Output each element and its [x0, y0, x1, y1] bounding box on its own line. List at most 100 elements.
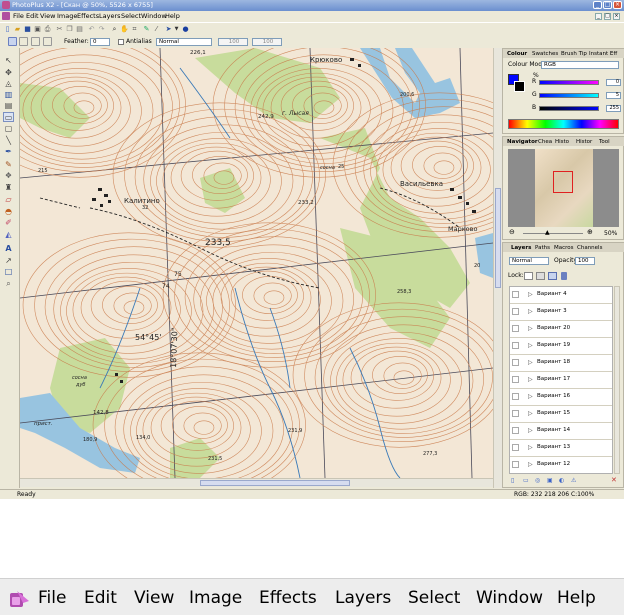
zoom-menu-file[interactable]: File	[38, 585, 66, 611]
horizontal-scroll-thumb[interactable]	[200, 480, 350, 486]
tab-navigator[interactable]: Navigator	[507, 138, 538, 146]
tab-colour[interactable]: Colour	[507, 50, 527, 58]
expand-icon[interactable]: ▷	[528, 443, 533, 452]
selection-intersect-icon[interactable]	[43, 37, 52, 46]
deform-tool-icon[interactable]: ◬	[3, 79, 14, 89]
b-slider[interactable]	[539, 106, 599, 111]
zoom-menu-layers[interactable]: Layers	[335, 585, 391, 611]
menu-window[interactable]: Window	[141, 12, 167, 21]
layer-row[interactable]: ▷ Вариант 18	[510, 355, 612, 372]
r-slider[interactable]	[539, 80, 599, 85]
rect-select-tool-icon[interactable]: ▭	[3, 112, 14, 122]
antialias-checkbox[interactable]	[118, 39, 124, 45]
visibility-toggle[interactable]	[512, 325, 519, 332]
layer-row[interactable]: ▷ Вариант 12	[510, 457, 612, 473]
layer-row[interactable]: ▷ Вариант 15	[510, 406, 612, 423]
layer-row[interactable]: ▷ Вариант 13	[510, 440, 612, 457]
visibility-toggle[interactable]	[512, 444, 519, 451]
tab-histogram[interactable]: Histo	[555, 138, 569, 146]
close-button[interactable]: ×	[613, 1, 622, 9]
filter-icon[interactable]: ⚠	[571, 476, 576, 485]
visibility-toggle[interactable]	[512, 342, 519, 349]
new-icon[interactable]: ▯	[3, 25, 12, 34]
menu-effects[interactable]: Effects	[77, 12, 99, 21]
text-tool-icon[interactable]: A	[3, 244, 14, 254]
visibility-toggle[interactable]	[512, 359, 519, 366]
zoom-menu-help[interactable]: Help	[557, 585, 596, 611]
visibility-toggle[interactable]	[512, 393, 519, 400]
zoom-menu-edit[interactable]: Edit	[84, 585, 117, 611]
visibility-toggle[interactable]	[512, 376, 519, 383]
tab-tool[interactable]: Tool	[599, 138, 610, 146]
tab-history[interactable]: Histor	[576, 138, 592, 146]
vertical-scroll-thumb[interactable]	[495, 188, 501, 288]
menu-help[interactable]: Help	[165, 12, 180, 21]
line-tool-icon[interactable]: ╲	[3, 136, 14, 146]
pointer-tool-icon[interactable]: ↖	[3, 56, 14, 66]
layer-row[interactable]: ▷ Вариант 20	[510, 321, 612, 338]
expand-icon[interactable]: ▷	[528, 460, 533, 469]
menu-edit[interactable]: Edit	[26, 12, 39, 21]
eraser-tool-icon[interactable]: ▱	[3, 195, 14, 205]
menu-select[interactable]: Select	[121, 12, 141, 21]
dropdown-icon[interactable]: ▼	[172, 25, 181, 34]
zoom-in-icon[interactable]: ⊕	[587, 228, 593, 237]
doc-restore-button[interactable]: □	[604, 13, 611, 20]
menu-file[interactable]: File	[13, 12, 24, 21]
tab-paths[interactable]: Paths	[535, 244, 550, 252]
cut-icon[interactable]: ✂	[55, 25, 64, 34]
selection-subtract-icon[interactable]	[31, 37, 40, 46]
visibility-toggle[interactable]	[512, 291, 519, 298]
tab-layers[interactable]: Layers	[511, 244, 531, 252]
expand-icon[interactable]: ▷	[528, 341, 533, 350]
pan-hand-icon[interactable]: ✋	[120, 25, 129, 34]
print-icon[interactable]: ⎙	[43, 25, 52, 34]
layer-row[interactable]: ▷ Вариант 19	[510, 338, 612, 355]
save-icon[interactable]: ■	[23, 25, 32, 34]
vertical-scrollbar[interactable]	[493, 48, 502, 488]
expand-icon[interactable]: ▷	[528, 324, 533, 333]
feather-input[interactable]: 0	[90, 38, 110, 46]
redo-icon[interactable]: ↷	[97, 25, 106, 34]
canvas-area[interactable]: Крюково г. Лысая Калитино Васильевка Мар…	[20, 48, 493, 478]
tab-swatches[interactable]: Swatches	[532, 50, 558, 58]
minimize-button[interactable]: _	[593, 1, 602, 9]
lock-position-icon[interactable]	[548, 272, 557, 280]
expand-icon[interactable]: ▷	[528, 290, 533, 299]
menu-view[interactable]: View	[40, 12, 55, 21]
background-swatch[interactable]	[514, 81, 525, 92]
menu-layers[interactable]: Layers	[99, 12, 121, 21]
lasso-tool-icon[interactable]: ▢	[3, 124, 14, 134]
tab-brush-tip[interactable]: Brush Tip	[561, 50, 587, 58]
expand-icon[interactable]: ▷	[528, 392, 533, 401]
expand-icon[interactable]: ▷	[528, 358, 533, 367]
crop-icon[interactable]: ⌗	[130, 25, 139, 34]
visibility-toggle[interactable]	[512, 461, 519, 468]
new-layer-icon[interactable]: ▯	[511, 476, 514, 485]
selection-add-icon[interactable]	[19, 37, 28, 46]
g-slider[interactable]	[539, 93, 599, 98]
adjustment-icon[interactable]: ◐	[559, 476, 564, 485]
visibility-toggle[interactable]	[512, 410, 519, 417]
doc-minimize-button[interactable]: _	[595, 13, 602, 20]
fill-tool-icon[interactable]: ◓	[3, 207, 14, 217]
menu-image[interactable]: Image	[57, 12, 77, 21]
g-value-input[interactable]: 5	[606, 92, 621, 99]
b-value-input[interactable]: 255	[606, 105, 621, 112]
opacity-input[interactable]: 100	[575, 257, 595, 265]
paste-icon[interactable]: ▤	[75, 25, 84, 34]
layers-scrollbar[interactable]	[614, 286, 620, 474]
layer-row[interactable]: ▷ Вариант 3	[510, 304, 612, 321]
zoom-menu-window[interactable]: Window	[476, 585, 543, 611]
tab-cheat[interactable]: Chea	[538, 138, 552, 146]
expand-icon[interactable]: ▷	[528, 426, 533, 435]
width-input[interactable]: 100	[218, 38, 248, 46]
expand-icon[interactable]: ▷	[528, 409, 533, 418]
tab-channels[interactable]: Channels	[577, 244, 602, 252]
open-icon[interactable]: ▰	[13, 25, 22, 34]
mode-select[interactable]: Normal	[156, 38, 212, 46]
navigator-view-rect[interactable]	[553, 171, 573, 193]
horizontal-scrollbar[interactable]	[20, 478, 493, 487]
r-value-input[interactable]: 0	[606, 79, 621, 86]
help-icon[interactable]: ●	[181, 25, 190, 34]
